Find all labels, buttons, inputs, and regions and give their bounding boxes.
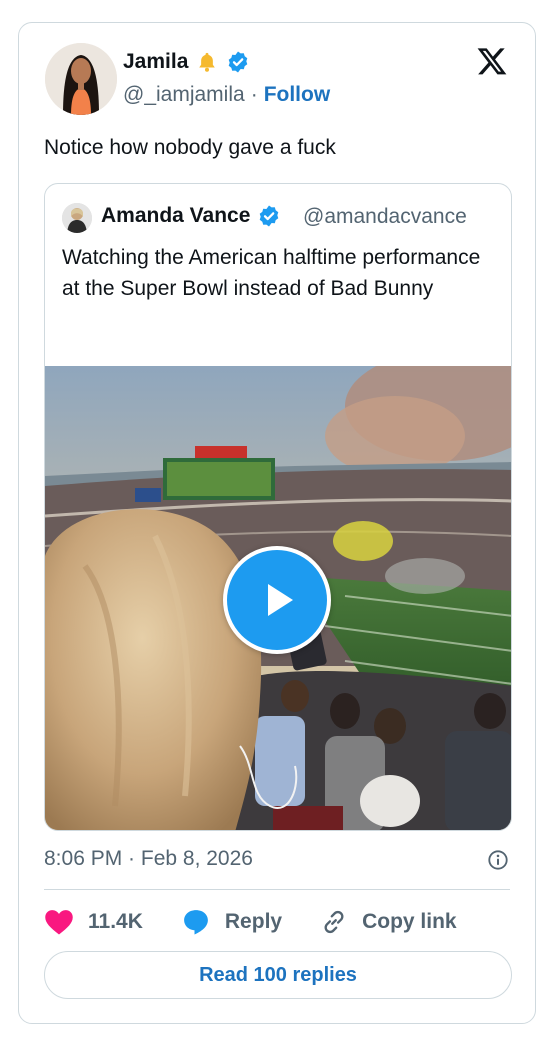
author-handle-row: @_iamjamila · Follow — [123, 83, 330, 107]
verified-badge-icon — [260, 205, 279, 227]
action-bar: 11.4K Reply Copy link — [44, 905, 495, 939]
read-replies-button[interactable]: Read 100 replies — [44, 951, 512, 999]
x-logo-icon[interactable] — [475, 45, 509, 77]
heart-icon — [45, 910, 73, 935]
speech-bubble-icon — [184, 910, 208, 935]
reply-label: Reply — [224, 910, 283, 933]
quoted-author-name-row[interactable]: Amanda Vance — [101, 204, 281, 228]
copy-link-label: Copy link — [362, 910, 457, 933]
video-thumbnail[interactable] — [45, 366, 511, 830]
verified-badge-icon — [229, 51, 248, 73]
author-name-row[interactable]: Jamila — [123, 50, 250, 74]
play-button[interactable] — [223, 546, 331, 654]
like-button[interactable]: 11.4K — [44, 908, 143, 936]
quoted-author-handle[interactable]: @amandacvance — [303, 205, 467, 229]
divider — [44, 889, 510, 890]
copy-link-button[interactable]: Copy link — [320, 908, 457, 936]
bell-icon — [199, 52, 216, 72]
quoted-tweet[interactable]: Amanda Vance @amandacvance Watching the … — [44, 183, 512, 831]
author-avatar[interactable] — [45, 43, 117, 115]
play-icon — [268, 584, 293, 616]
separator-dot: · — [250, 83, 258, 106]
follow-button[interactable]: Follow — [264, 83, 331, 107]
link-icon — [324, 910, 344, 934]
info-icon[interactable] — [487, 849, 509, 871]
quoted-author-avatar[interactable] — [62, 203, 92, 233]
author-handle[interactable]: @_iamjamila — [123, 83, 245, 107]
quoted-tweet-text: Watching the American halftime performan… — [62, 246, 481, 300]
tweet-embed-card: Jamila @_iamjamila · Follow Notice how n… — [18, 22, 536, 1024]
quoted-author-name[interactable]: Amanda Vance — [101, 204, 250, 228]
author-name[interactable]: Jamila — [123, 50, 188, 74]
like-count: 11.4K — [88, 910, 143, 933]
tweet-timestamp[interactable]: 8:06 PM · Feb 8, 2026 — [44, 847, 253, 871]
reply-button[interactable]: Reply — [181, 907, 282, 937]
tweet-text: Notice how nobody gave a fuck — [44, 136, 336, 159]
